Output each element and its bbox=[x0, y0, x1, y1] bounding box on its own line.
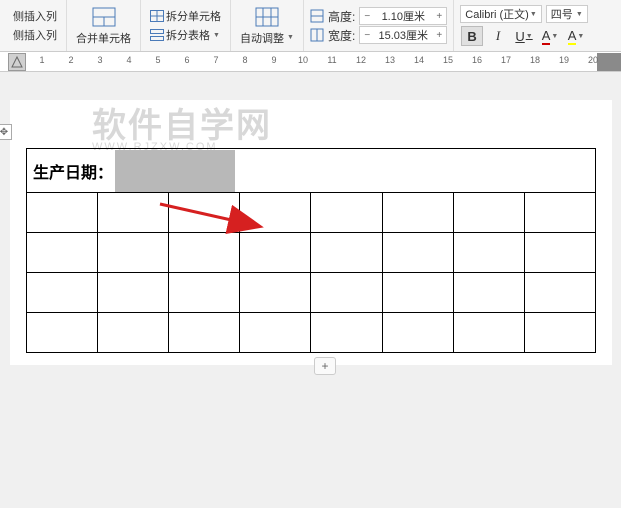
ruler-number: 20 bbox=[588, 55, 598, 65]
split-table-icon bbox=[150, 29, 164, 41]
merge-group: 合并单元格 bbox=[67, 0, 141, 51]
italic-button[interactable]: I bbox=[487, 26, 509, 46]
header-label-cell[interactable]: 生产日期： bbox=[27, 159, 113, 183]
underline-button[interactable]: U▼ bbox=[513, 26, 535, 46]
height-value[interactable]: 1.10厘米 bbox=[374, 8, 432, 24]
width-spinner[interactable]: − 15.03厘米 + bbox=[359, 26, 447, 44]
ruler-margin-end bbox=[597, 53, 621, 71]
height-label: 高度: bbox=[328, 8, 355, 25]
insert-col-left-button[interactable]: 侧插入列 bbox=[10, 7, 60, 25]
document-area: 软件自学网 WWW.RJZXW.COM ✥ 生产日期： bbox=[0, 72, 621, 508]
merge-cells-label: 合并单元格 bbox=[73, 29, 134, 47]
ruler-number: 8 bbox=[242, 55, 247, 65]
ruler-number: 12 bbox=[356, 55, 366, 65]
insert-col-right-button[interactable]: 侧插入列 bbox=[10, 26, 60, 44]
ruler-number: 9 bbox=[271, 55, 276, 65]
ruler-number: 18 bbox=[530, 55, 540, 65]
watermark: 软件自学网 WWW.RJZXW.COM bbox=[92, 98, 272, 153]
split-cells-icon bbox=[150, 10, 164, 22]
table-row[interactable] bbox=[27, 273, 596, 313]
ruler-number: 4 bbox=[126, 55, 131, 65]
ruler-number: 6 bbox=[184, 55, 189, 65]
ruler-number: 19 bbox=[559, 55, 569, 65]
table-header-row[interactable]: 生产日期： bbox=[27, 149, 596, 193]
height-spinner[interactable]: − 1.10厘米 + bbox=[359, 7, 447, 25]
auto-adjust-button[interactable] bbox=[251, 5, 283, 29]
add-row-button[interactable]: + bbox=[314, 357, 336, 375]
width-label: 宽度: bbox=[328, 27, 355, 44]
ruler-number: 11 bbox=[327, 55, 336, 65]
split-table-button[interactable]: 拆分表格 ▼ bbox=[147, 26, 224, 44]
ruler-corner[interactable] bbox=[8, 53, 26, 71]
split-cells-label: 拆分单元格 bbox=[166, 8, 221, 24]
table-move-handle[interactable]: ✥ bbox=[0, 124, 12, 140]
ruler-number: 1 bbox=[39, 55, 44, 65]
auto-adjust-label: 自动调整▼ bbox=[237, 29, 297, 47]
ruler-number: 15 bbox=[443, 55, 453, 65]
font-name-select[interactable]: Calibri (正文)▼ bbox=[460, 5, 542, 23]
ruler-number: 14 bbox=[414, 55, 424, 65]
watermark-text: 软件自学网 bbox=[92, 98, 272, 147]
merge-icon bbox=[92, 7, 116, 27]
split-table-label: 拆分表格 bbox=[166, 27, 210, 43]
font-size-select[interactable]: 四号▼ bbox=[546, 5, 588, 23]
row-height-icon bbox=[310, 9, 324, 23]
table-row[interactable] bbox=[27, 233, 596, 273]
auto-adjust-icon bbox=[255, 7, 279, 27]
col-width-icon bbox=[310, 28, 324, 42]
ruler-number: 13 bbox=[385, 55, 395, 65]
auto-adjust-group: 自动调整▼ bbox=[231, 0, 304, 51]
ruler-number: 10 bbox=[298, 55, 308, 65]
highlight-button[interactable]: A▼ bbox=[565, 26, 587, 46]
table-row[interactable] bbox=[27, 193, 596, 233]
height-increase-button[interactable]: + bbox=[432, 8, 446, 24]
width-value[interactable]: 15.03厘米 bbox=[374, 27, 432, 43]
insert-group: 侧插入列 侧插入列 bbox=[4, 0, 67, 51]
merge-cells-button[interactable] bbox=[88, 5, 120, 29]
font-group: Calibri (正文)▼ 四号▼ B I U▼ A▼ A▼ bbox=[454, 0, 594, 51]
ruler-number: 7 bbox=[213, 55, 218, 65]
bold-button[interactable]: B bbox=[461, 26, 483, 46]
document-table[interactable]: 生产日期： bbox=[26, 148, 596, 353]
dropdown-arrow-icon: ▼ bbox=[213, 32, 220, 39]
height-decrease-button[interactable]: − bbox=[360, 8, 374, 24]
ribbon-toolbar: 侧插入列 侧插入列 合并单元格 拆分单元格 拆分表格 ▼ 自动调整▼ bbox=[0, 0, 621, 52]
ruler-number: 5 bbox=[155, 55, 160, 65]
width-decrease-button[interactable]: − bbox=[360, 27, 374, 43]
split-cells-button[interactable]: 拆分单元格 bbox=[147, 7, 224, 25]
ruler-number: 2 bbox=[68, 55, 73, 65]
table-row[interactable] bbox=[27, 313, 596, 353]
ruler-number: 3 bbox=[97, 55, 102, 65]
width-increase-button[interactable]: + bbox=[432, 27, 446, 43]
split-group: 拆分单元格 拆分表格 ▼ bbox=[141, 0, 231, 51]
size-group: 高度: − 1.10厘米 + 宽度: − 15.03厘米 + bbox=[304, 0, 454, 51]
ruler-scale[interactable]: 1234567891011121314151617181920 bbox=[28, 53, 621, 71]
horizontal-ruler[interactable]: 1234567891011121314151617181920 bbox=[0, 52, 621, 72]
document-page[interactable]: 软件自学网 WWW.RJZXW.COM ✥ 生产日期： bbox=[10, 100, 612, 365]
ruler-number: 17 bbox=[501, 55, 511, 65]
font-color-button[interactable]: A▼ bbox=[539, 26, 561, 46]
selected-cell[interactable] bbox=[115, 150, 235, 192]
ruler-number: 16 bbox=[472, 55, 482, 65]
